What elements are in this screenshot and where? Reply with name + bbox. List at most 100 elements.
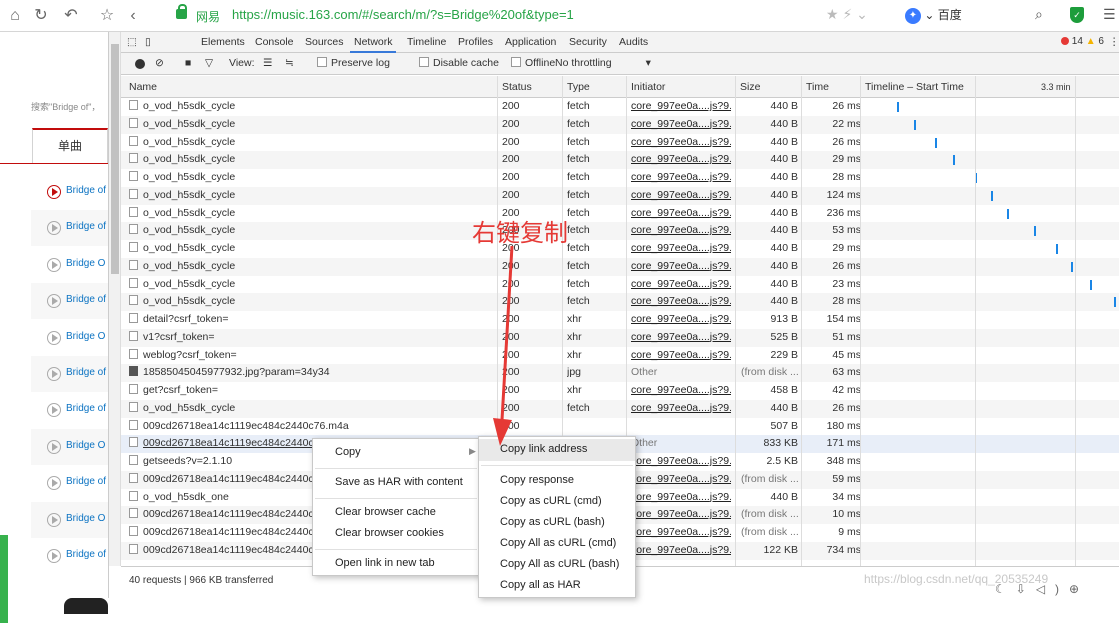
submenu-copy-all-curl-bash[interactable]: Copy All as cURL (bash) [500,558,619,570]
table-row[interactable]: o_vod_h5sdk_cycle 200 fetch core_997ee0a...… [121,240,1119,258]
table-row[interactable]: o_vod_h5sdk_cycle 200 fetch core_997ee0a...… [121,276,1119,294]
cell-initiator[interactable]: core_997ee0a....js?9... [631,136,731,148]
throttling-select[interactable]: No throttling ▾ [555,57,651,69]
preserve-log-checkbox[interactable]: Preserve log [317,57,390,69]
menu-icon[interactable]: ☰ [1103,6,1116,23]
cell-initiator[interactable]: core_997ee0a....js?9... [631,153,731,165]
play-icon[interactable] [47,512,61,527]
overview-icon[interactable]: ≒ [285,57,294,69]
play-icon[interactable] [47,330,61,345]
cell-initiator[interactable]: core_997ee0a....js?9... [631,189,731,201]
play-icon[interactable] [47,549,61,563]
song-title[interactable]: Bridge of [66,476,106,487]
undo-icon[interactable]: ↶ [60,5,82,27]
cell-initiator[interactable]: Other [631,437,731,449]
play-icon[interactable] [47,476,61,491]
tab-profiles[interactable]: Profiles [458,36,493,48]
cell-initiator[interactable]: core_997ee0a....js?9... [631,224,731,236]
url-text[interactable]: https://music.163.com/#/search/m/?s=Brid… [232,7,574,22]
tab-application[interactable]: Application [505,36,556,48]
cell-initiator[interactable]: core_997ee0a....js?9... [631,455,731,467]
bookmark-star-icon[interactable]: ★ ⚡ ⌄ [826,6,868,23]
song-row[interactable]: Bridge of [31,210,108,247]
cell-initiator[interactable]: core_997ee0a....js?9... [631,402,731,414]
cell-initiator[interactable]: core_997ee0a....js?9... [631,473,731,485]
clear-icon[interactable]: ⊘ [155,57,164,69]
cell-initiator[interactable]: core_997ee0a....js?9... [631,491,731,503]
menu-item-clear-cookies[interactable]: Clear browser cookies [335,527,444,539]
tab-timeline[interactable]: Timeline [407,36,446,48]
tab-elements[interactable]: Elements [201,36,245,48]
song-row[interactable]: Bridge O [31,501,108,538]
table-row[interactable]: o_vod_h5sdk_cycle 200 fetch core_997ee0a...… [121,151,1119,169]
submenu-copy-all-har[interactable]: Copy all as HAR [500,579,581,591]
table-row[interactable]: o_vod_h5sdk_cycle 200 fetch core_997ee0a...… [121,115,1119,134]
song-row[interactable]: Bridge of [31,283,108,320]
device-mode-icon[interactable]: ▯ [145,36,151,48]
filter-icon[interactable]: ▽ [205,57,213,69]
cell-initiator[interactable]: core_997ee0a....js?9... [631,313,731,325]
song-row[interactable]: Bridge of [31,538,108,574]
table-row[interactable]: o_vod_h5sdk_cycle 200 fetch core_997ee0a...… [121,222,1119,240]
song-title[interactable]: Bridge of [66,185,106,196]
column-header-6[interactable]: Timeline – Start Time [865,81,964,93]
menu-item-clear-cache[interactable]: Clear browser cache [335,506,436,518]
table-row[interactable]: o_vod_h5sdk_cycle 200 fetch core_997ee0a...… [121,169,1119,187]
column-header-3[interactable]: Initiator [631,81,665,93]
song-row[interactable]: Bridge of [31,392,108,428]
table-row[interactable]: o_vod_h5sdk_cycle 200 fetch core_997ee0a...… [121,134,1119,152]
address-bar[interactable]: 网易 https://music.163.com/#/search/m/?s=B… [170,4,890,28]
table-row[interactable]: get?csrf_token= 200 xhr core_997ee0a....js?… [121,382,1119,400]
play-icon[interactable] [47,294,61,309]
song-title[interactable]: Bridge O [66,440,105,451]
table-row[interactable]: detail?csrf_token= 200 xhr core_997ee0a....… [121,311,1119,329]
tab-network[interactable]: Network [354,36,393,48]
cell-initiator[interactable]: core_997ee0a....js?9... [631,349,731,361]
song-title[interactable]: Bridge of [66,367,106,378]
back-icon[interactable]: ‹ [122,5,144,27]
submenu-copy-all-curl-cmd[interactable]: Copy All as cURL (cmd) [500,537,616,549]
tab-songs[interactable]: 单曲 [32,128,108,164]
submenu-copy-link-address[interactable]: Copy link address [500,443,587,455]
list-view-icon[interactable]: ☰ [263,57,272,69]
column-header-0[interactable]: Name [129,81,157,93]
play-icon[interactable] [47,403,61,418]
cell-initiator[interactable]: core_997ee0a....js?9... [631,295,731,307]
menu-item-copy[interactable]: Copy [335,446,361,458]
cell-initiator[interactable]: core_997ee0a....js?9... [631,278,731,290]
cell-initiator[interactable]: core_997ee0a....js?9... [631,260,731,272]
search-engine-selector[interactable]: ✦ ⌄ 百度 [905,6,962,24]
cell-initiator[interactable]: core_997ee0a....js?9... [631,508,731,520]
song-title[interactable]: Bridge O [66,258,105,269]
error-warning-counter[interactable]: 14 ▲ 6 [1061,36,1104,47]
song-row[interactable]: Bridge O [31,320,108,356]
submenu-copy-curl-cmd[interactable]: Copy as cURL (cmd) [500,495,602,507]
cell-initiator[interactable]: core_997ee0a....js?9... [631,544,731,556]
menu-item-open-new-tab[interactable]: Open link in new tab [335,557,435,569]
table-row[interactable]: 009cd26718ea14c1119ec484c2440c76.m4a 200 5… [121,418,1119,436]
song-row[interactable]: Bridge of [31,356,108,392]
play-icon[interactable] [47,185,61,199]
home-icon[interactable]: ⌂ [4,5,26,27]
cell-initiator[interactable]: core_997ee0a....js?9... [631,384,731,396]
column-header-4[interactable]: Size [740,81,760,93]
play-icon[interactable] [47,439,61,454]
scrollbar-thumb[interactable] [111,44,119,274]
more-menu-icon[interactable]: ⋮ [1109,36,1119,48]
song-row[interactable]: Bridge O [31,428,108,465]
refresh-icon[interactable]: ↻ [30,5,52,27]
tab-sources[interactable]: Sources [305,36,344,48]
menu-item-save-har[interactable]: Save as HAR with content [335,476,463,488]
play-icon[interactable] [47,367,61,381]
table-row[interactable]: o_vod_h5sdk_cycle 200 fetch core_997ee0a...… [121,205,1119,223]
inspect-icon[interactable]: ⬚ [127,36,137,48]
play-icon[interactable] [47,221,61,236]
disable-cache-checkbox[interactable]: Disable cache [419,57,499,69]
play-icon[interactable] [47,257,61,272]
song-title[interactable]: Bridge O [66,513,105,524]
submenu-copy-curl-bash[interactable]: Copy as cURL (bash) [500,516,605,528]
table-row[interactable]: o_vod_h5sdk_cycle 200 fetch core_997ee0a...… [121,293,1119,311]
player-handle[interactable] [64,598,108,614]
cell-initiator[interactable]: core_997ee0a....js?9... [631,331,731,343]
column-header-2[interactable]: Type [567,81,590,93]
